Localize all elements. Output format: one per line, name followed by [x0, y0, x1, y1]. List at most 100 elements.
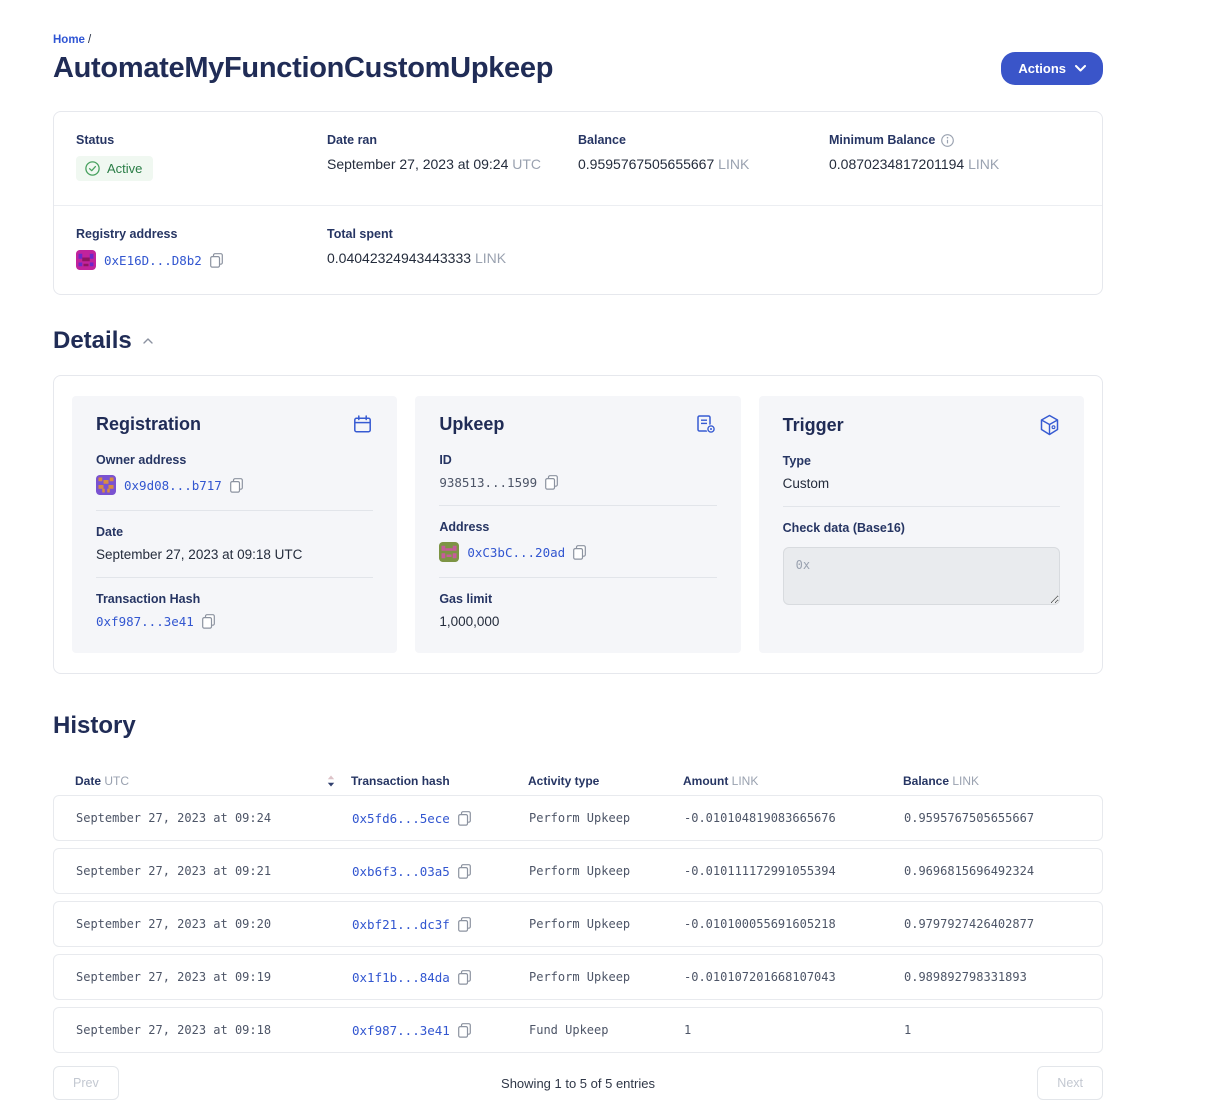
page-title: AutomateMyFunctionCustomUpkeep — [53, 52, 553, 85]
document-gear-icon — [695, 414, 717, 435]
date-ran-field: Date ran September 27, 2023 at 09:24 UTC — [327, 133, 578, 181]
collapse-caret-icon[interactable] — [141, 336, 155, 346]
row-tx-link[interactable]: 0x1f1b...84da — [352, 970, 450, 985]
table-row: September 27, 2023 at 09:18 0xf987...3e4… — [53, 1007, 1103, 1053]
upkeep-id-field: ID 938513...1599 — [439, 453, 716, 490]
gas-limit-field: Gas limit 1,000,000 — [439, 592, 716, 629]
row-balance: 0.9696815696492324 — [904, 864, 1080, 878]
status-badge-label: Active — [107, 161, 142, 176]
actions-button[interactable]: Actions — [1001, 52, 1103, 85]
history-table-header: Date UTC Transaction hash Activity type … — [53, 774, 1103, 788]
balance-value: 0.9595767505655667 — [578, 156, 714, 172]
copy-icon[interactable] — [458, 970, 471, 985]
transaction-hash-field: Transaction Hash 0xf987...3e41 — [96, 592, 373, 629]
prev-button[interactable]: Prev — [53, 1066, 119, 1100]
registration-date-field: Date September 27, 2023 at 09:18 UTC — [96, 525, 373, 562]
copy-icon[interactable] — [458, 917, 471, 932]
status-label: Status — [76, 133, 327, 147]
row-balance: 0.9595767505655667 — [904, 811, 1080, 825]
copy-icon[interactable] — [210, 253, 223, 268]
cube-icon — [1039, 414, 1060, 436]
col-balance-label: Balance — [903, 774, 949, 788]
table-row: September 27, 2023 at 09:21 0xb6f3...03a… — [53, 848, 1103, 894]
col-amount-unit: LINK — [732, 774, 759, 788]
trigger-title: Trigger — [783, 415, 844, 436]
upkeep-title: Upkeep — [439, 414, 504, 435]
copy-icon[interactable] — [230, 478, 243, 493]
row-amount: -0.010107201668107043 — [684, 970, 904, 984]
col-tx-label: Transaction hash — [351, 774, 528, 788]
col-balance-unit: LINK — [952, 774, 979, 788]
check-data-field: Check data (Base16) — [783, 521, 1060, 610]
info-icon[interactable] — [941, 134, 954, 147]
gas-limit-value: 1,000,000 — [439, 614, 716, 629]
registration-card: Registration Owner address 0x9d08...b717 — [72, 396, 397, 653]
registry-identicon — [76, 250, 96, 270]
owner-address-label: Owner address — [96, 453, 373, 467]
row-date: September 27, 2023 at 09:20 — [76, 917, 352, 931]
pagination-summary: Showing 1 to 5 of 5 entries — [501, 1076, 655, 1091]
balance-field: Balance 0.9595767505655667 LINK — [578, 133, 829, 181]
balance-unit: LINK — [718, 156, 749, 172]
upkeep-id-value: 938513...1599 — [439, 475, 537, 490]
min-balance-value: 0.0870234817201194 — [829, 156, 964, 172]
upkeep-address-label: Address — [439, 520, 716, 534]
date-ran-unit: UTC — [512, 156, 541, 172]
table-row: September 27, 2023 at 09:20 0xbf21...dc3… — [53, 901, 1103, 947]
history-heading: History — [53, 712, 1103, 740]
row-tx-link[interactable]: 0x5fd6...5ece — [352, 811, 450, 826]
copy-icon[interactable] — [202, 614, 215, 629]
breadcrumb: Home/ — [53, 34, 1103, 46]
registry-address-field: Registry address 0xE16D...D8b2 — [76, 227, 327, 270]
min-balance-field: Minimum Balance 0.0870234817201194 LINK — [829, 133, 1080, 181]
check-data-label: Check data (Base16) — [783, 521, 1060, 535]
copy-icon[interactable] — [458, 1023, 471, 1038]
row-balance: 0.9797927426402877 — [904, 917, 1080, 931]
total-spent-value: 0.04042324943443333 — [327, 250, 471, 266]
details-card: Registration Owner address 0x9d08...b717 — [53, 375, 1103, 674]
balance-label: Balance — [578, 133, 829, 147]
copy-icon[interactable] — [545, 475, 558, 490]
col-amount-label: Amount — [683, 774, 728, 788]
registration-date-label: Date — [96, 525, 373, 539]
copy-icon[interactable] — [573, 545, 586, 560]
row-amount: 1 — [684, 1023, 904, 1037]
row-date: September 27, 2023 at 09:19 — [76, 970, 352, 984]
check-data-textarea[interactable] — [783, 547, 1060, 605]
registry-address-link[interactable]: 0xE16D...D8b2 — [104, 253, 202, 268]
table-row: September 27, 2023 at 09:19 0x1f1b...84d… — [53, 954, 1103, 1000]
min-balance-label: Minimum Balance — [829, 133, 935, 147]
row-tx-link[interactable]: 0xbf21...dc3f — [352, 917, 450, 932]
row-activity: Perform Upkeep — [529, 864, 684, 878]
row-tx-link[interactable]: 0xb6f3...03a5 — [352, 864, 450, 879]
next-button[interactable]: Next — [1037, 1066, 1103, 1100]
actions-button-label: Actions — [1018, 61, 1066, 76]
trigger-card: Trigger Type Custom Check data (Base16) — [759, 396, 1084, 653]
row-amount: -0.010111172991055394 — [684, 864, 904, 878]
owner-address-field: Owner address 0x9d08...b717 — [96, 453, 373, 495]
total-spent-label: Total spent — [327, 227, 578, 241]
copy-icon[interactable] — [458, 811, 471, 826]
row-tx-link[interactable]: 0xf987...3e41 — [352, 1023, 450, 1038]
table-row: September 27, 2023 at 09:24 0x5fd6...5ec… — [53, 795, 1103, 841]
col-activity-label: Activity type — [528, 774, 683, 788]
upkeep-address-identicon — [439, 542, 459, 562]
owner-address-link[interactable]: 0x9d08...b717 — [124, 478, 222, 493]
chevron-down-icon — [1075, 65, 1086, 72]
status-field: Status Active — [76, 133, 327, 181]
transaction-hash-link[interactable]: 0xf987...3e41 — [96, 614, 194, 629]
breadcrumb-home-link[interactable]: Home — [53, 34, 85, 46]
date-ran-value: September 27, 2023 at 09:24 — [327, 156, 508, 172]
trigger-type-field: Type Custom — [783, 454, 1060, 491]
sort-icon[interactable] — [327, 775, 351, 787]
transaction-hash-label: Transaction Hash — [96, 592, 373, 606]
upkeep-card: Upkeep ID 938513...1599 Address — [415, 396, 740, 653]
registration-title: Registration — [96, 414, 201, 435]
date-ran-label: Date ran — [327, 133, 578, 147]
copy-icon[interactable] — [458, 864, 471, 879]
upkeep-address-link[interactable]: 0xC3bC...20ad — [467, 545, 565, 560]
trigger-type-value: Custom — [783, 476, 1060, 491]
min-balance-unit: LINK — [968, 156, 999, 172]
upkeep-detail-page: Home/ AutomateMyFunctionCustomUpkeep Act… — [53, 0, 1103, 1110]
total-spent-field: Total spent 0.04042324943443333 LINK — [327, 227, 578, 270]
